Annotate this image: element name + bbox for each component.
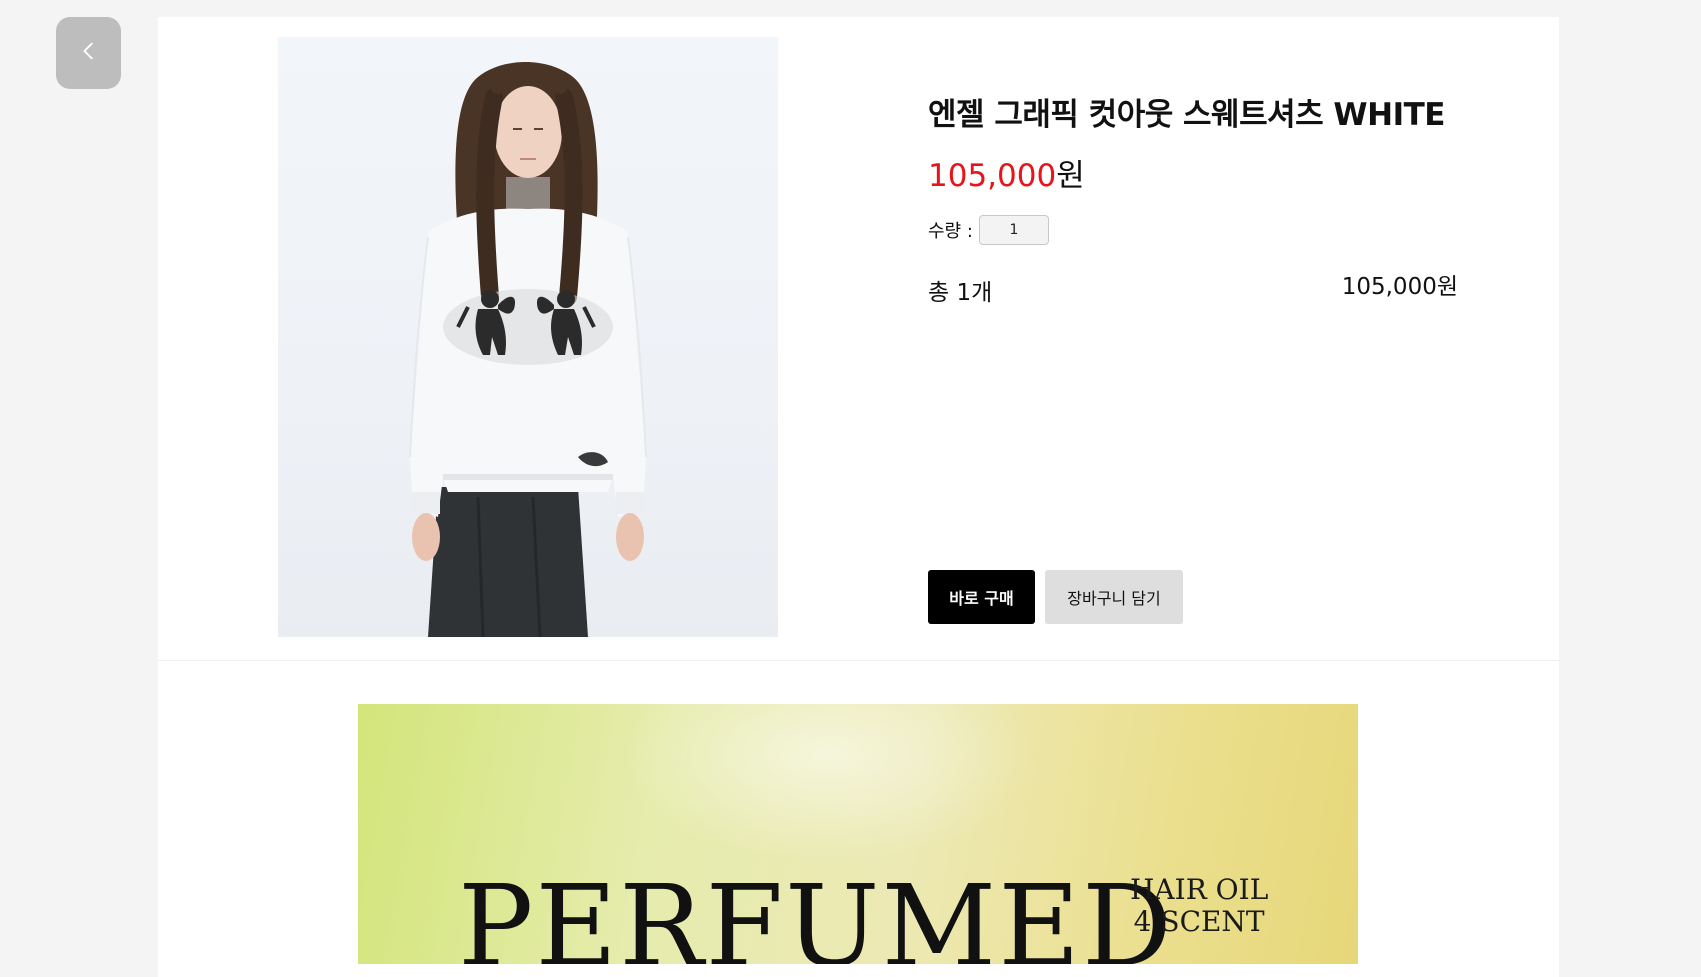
purchase-actions: 바로 구매 장바구니 담기 <box>928 570 1183 624</box>
banner-subtitle-line-2: 4 SCENT <box>1133 905 1265 938</box>
chevron-left-icon <box>78 40 100 66</box>
banner-subtitle: HAIR OIL 4 SCENT <box>1130 874 1268 938</box>
product-photo <box>409 62 647 637</box>
price-amount: 105,000 <box>928 158 1057 194</box>
banner-headline: PERFUMED <box>458 862 1174 964</box>
quantity-row: 수량 : <box>928 215 1049 245</box>
total-count: 총 1개 <box>928 280 993 306</box>
buy-now-button[interactable]: 바로 구매 <box>928 570 1035 624</box>
quantity-input[interactable] <box>978 215 1049 245</box>
product-price: 105,000원 <box>928 150 1085 195</box>
add-to-cart-button[interactable]: 장바구니 담기 <box>1045 570 1183 624</box>
product-image <box>278 37 778 637</box>
banner-subtitle-line-1: HAIR OIL <box>1130 873 1269 906</box>
product-info: 엔젤 그래픽 컷아웃 스웨트셔츠 WHITE 105,000원 수량 : 총 1… <box>928 17 1458 667</box>
product-title: 엔젤 그래픽 컷아웃 스웨트셔츠 WHITE <box>928 97 1445 133</box>
price-unit: 원 <box>1056 158 1085 194</box>
promo-banner: PERFUMED HAIR OIL 4 SCENT <box>358 704 1358 964</box>
total-row: 총 1개 105,000원 <box>928 273 1458 307</box>
quantity-label: 수량 : <box>928 221 973 242</box>
product-card: 엔젤 그래픽 컷아웃 스웨트셔츠 WHITE 105,000원 수량 : 총 1… <box>158 17 1559 977</box>
back-button[interactable] <box>56 17 121 89</box>
section-divider <box>158 660 1559 661</box>
total-price: 105,000원 <box>1341 274 1458 300</box>
